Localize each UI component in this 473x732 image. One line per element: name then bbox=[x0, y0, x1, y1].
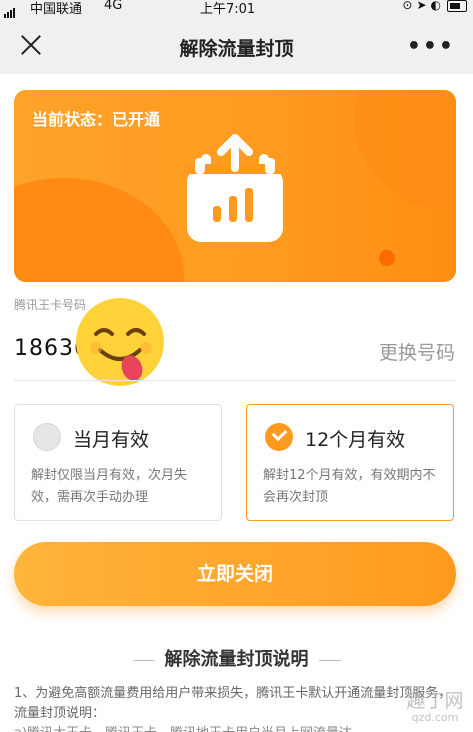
decorative-dot bbox=[379, 250, 395, 266]
title-line bbox=[318, 659, 341, 661]
emoji-face-sticker bbox=[76, 298, 164, 386]
watermark: 趣丁网 qzd.com bbox=[405, 690, 465, 724]
banner-blob bbox=[354, 90, 456, 210]
upload-calendar-icon bbox=[187, 134, 283, 242]
more-icon[interactable]: ••• bbox=[407, 34, 455, 59]
explanation-para: 1、为避免高额流量费用给用户带来损失，腾讯王卡默认开通流量封顶服务，流量封顶说明… bbox=[14, 686, 452, 721]
status-bar: 中国联通 4G 上午7:01 ⊙➤◐ bbox=[0, 0, 473, 18]
option-desc: 解封12个月有效，有效期内不会再次封顶 bbox=[263, 468, 436, 505]
battery-icon bbox=[447, 0, 467, 12]
status-icons: ⊙➤◐ bbox=[402, 0, 467, 12]
dnd-icon: ◐ bbox=[430, 0, 445, 12]
close-now-button[interactable]: 立即关闭 bbox=[14, 542, 456, 606]
status-banner: 当前状态：已开通 bbox=[14, 90, 456, 282]
current-status-text: 当前状态：已开通 bbox=[32, 110, 161, 129]
option-monthly[interactable]: 当月有效 解封仅限当月有效，次月失效，需再次手动办理 bbox=[14, 404, 222, 521]
option-12-months[interactable]: 12个月有效 解封12个月有效，有效期内不会再次封顶 bbox=[246, 404, 454, 521]
signal-icon bbox=[4, 3, 16, 18]
carrier-name: 中国联通 bbox=[30, 2, 83, 17]
option-desc: 解封仅限当月有效，次月失效，需再次手动办理 bbox=[31, 468, 188, 505]
banner-blob bbox=[14, 178, 184, 282]
network-type: 4G bbox=[104, 0, 123, 13]
watermark-site: qzd.com bbox=[411, 711, 459, 724]
watermark-name: 趣丁网 bbox=[406, 690, 464, 712]
option-name: 当月有效 bbox=[73, 429, 150, 451]
explanation-title-text: 解除流量封顶说明 bbox=[164, 649, 309, 670]
clock: 上午7:01 bbox=[200, 2, 256, 17]
radio-unchecked-icon[interactable] bbox=[33, 423, 61, 451]
explanation-title: 解除流量封顶说明 bbox=[0, 645, 473, 671]
explanation-para: a)腾讯大王卡、腾讯王卡、腾讯地王卡用户当月上网流量达 bbox=[14, 724, 460, 732]
nav-bar: 解除流量封顶 ••• bbox=[0, 18, 473, 74]
check-icon[interactable] bbox=[265, 423, 293, 451]
location-icon: ➤ bbox=[416, 0, 431, 12]
title-line bbox=[132, 659, 155, 661]
option-name: 12个月有效 bbox=[305, 429, 406, 451]
divider bbox=[14, 380, 456, 381]
change-number-link[interactable]: 更换号码 bbox=[379, 338, 455, 365]
alarm-icon: ⊙ bbox=[402, 0, 417, 12]
page-title: 解除流量封顶 bbox=[179, 38, 294, 60]
explanation-text: 1、为避免高额流量费用给用户带来损失，腾讯王卡默认开通流量封顶服务，流量封顶说明… bbox=[14, 684, 460, 732]
